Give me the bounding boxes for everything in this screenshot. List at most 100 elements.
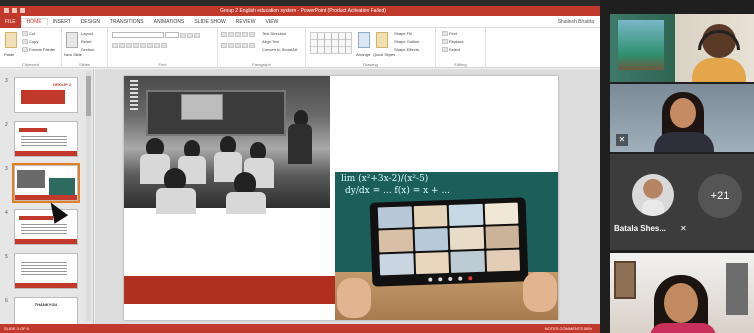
window-title: Group 2 English education system - Power… [220,8,386,14]
quick-styles-button[interactable]: Quick Styles [373,52,395,57]
slide-thumbnail-6[interactable]: 6 THANKYOU [5,297,78,324]
slide-thumbnail-5[interactable]: 5 [5,253,78,289]
convert-smartart-button[interactable]: Convert to SmartArt [262,47,297,52]
slide-thumbnail-2[interactable]: 2 [5,121,78,157]
numbering-icon[interactable] [228,32,234,38]
shapes-gallery[interactable] [310,32,352,54]
user-name[interactable]: Shailesh Bhattta [558,19,600,25]
current-slide[interactable]: lim (x²+3x-2)/(x²-5) dy/dx = ... f(x) = … [124,76,558,320]
new-slide-icon[interactable] [66,32,78,48]
text-direction-button[interactable]: Text Direction [262,31,286,36]
classroom-photo[interactable] [124,76,330,214]
mic-muted-icon: ✕ [616,134,628,146]
shape-outline-button[interactable]: Shape Outline [394,39,419,44]
slide-thumbnail-3[interactable]: 3 [5,163,80,203]
align-left-icon[interactable] [221,43,227,49]
slide-editor: lim (x²+3x-2)/(x²-5) dy/dx = ... f(x) = … [95,69,600,324]
scrollbar-thumb[interactable] [86,76,91,116]
align-right-icon[interactable] [235,43,241,49]
title-bar: Group 2 English education system - Power… [0,6,600,16]
find-button[interactable]: Find [442,31,457,37]
shape-fill-button[interactable]: Shape Fill [394,31,412,36]
redo-icon[interactable] [20,8,25,13]
waterfall-picture [618,20,664,70]
participant-video-3[interactable]: +21 Batala Shes... ✕ [610,154,754,250]
tab-slide-show[interactable]: SLIDE SHOW [189,19,230,25]
align-text-button[interactable]: Align Text [262,39,279,44]
tab-transitions[interactable]: TRANSITIONS [105,19,149,25]
tab-review[interactable]: REVIEW [231,19,261,25]
wall-map [181,94,223,120]
undo-icon[interactable] [12,8,17,13]
shadow-icon[interactable] [133,43,139,49]
tab-design[interactable]: DESIGN [76,19,105,25]
grow-font-icon[interactable] [180,32,187,38]
video-call-grid [377,202,521,276]
align-center-icon[interactable] [228,43,234,49]
quick-access-toolbar [4,8,25,13]
flag [130,80,138,110]
font-color-icon[interactable] [161,43,167,49]
more-participants-button[interactable]: +21 [698,174,742,218]
reset-button[interactable]: Reset [81,39,91,44]
slide-thumbnail-1[interactable]: 3 GROUP 2 [5,77,78,113]
line-spacing-icon[interactable] [249,32,255,38]
tab-home[interactable]: HOME [20,18,48,25]
participant-video-4[interactable] [610,253,754,333]
chalkboard-math: lim (x²+3x-2)/(x²-5) [341,174,429,184]
tablet [369,197,529,287]
participant-video-1[interactable] [610,14,754,82]
copy-button[interactable]: Copy [22,39,38,45]
layout-button[interactable]: Layout [81,31,93,36]
arrange-button[interactable]: Arrange [356,52,370,57]
font-size-select[interactable] [165,32,180,38]
paste-button[interactable]: Paste [4,52,14,57]
increase-indent-icon[interactable] [242,32,248,38]
format-painter-button[interactable]: Format Painter [22,47,55,53]
quick-styles-icon[interactable] [376,32,388,48]
replace-icon [442,39,448,45]
mic-off-icon: ✕ [680,224,687,233]
clear-format-icon[interactable] [194,32,201,38]
tab-insert[interactable]: INSERT [48,19,76,25]
font-label: Font [158,62,167,67]
slide-counter: SLIDE 3 OF 6 [4,326,29,331]
underline-icon[interactable] [126,43,132,49]
slide-thumbnails-pane: 3 GROUP 2 2 3 4 5 6 THANKYOU [0,69,94,324]
tab-file[interactable]: FILE [0,15,21,28]
left-hand [337,278,371,318]
font-family-select[interactable] [112,32,201,38]
select-button[interactable]: Select [442,47,460,53]
slide-thumbnail-4[interactable]: 4 [5,209,78,245]
arrange-icon[interactable] [358,32,370,48]
status-controls[interactable]: NOTES COMMENTS 58% [545,324,592,333]
columns-icon[interactable] [249,43,255,49]
thumbnails-scrollbar[interactable] [86,71,91,321]
cut-button[interactable]: Cut [22,31,35,37]
tab-animations[interactable]: ANIMATIONS [149,19,190,25]
justify-icon[interactable] [242,43,248,49]
bold-icon[interactable] [112,43,118,49]
paste-icon[interactable] [5,32,17,48]
copy-icon [22,39,28,45]
strikethrough-icon[interactable] [140,43,146,49]
participant-video-2[interactable]: ✕ [610,84,754,152]
spacing-icon[interactable] [147,43,153,49]
italic-icon[interactable] [119,43,125,49]
new-slide-button[interactable]: New Slide [64,52,82,57]
bullets-icon[interactable] [221,32,227,38]
drawing-label: Drawing [363,62,378,67]
online-class-photo[interactable]: lim (x²+3x-2)/(x²-5) dy/dx = ... f(x) = … [335,172,558,320]
tab-view[interactable]: VIEW [261,19,284,25]
decrease-indent-icon[interactable] [235,32,241,38]
case-icon[interactable] [154,43,160,49]
replace-button[interactable]: Replace [442,39,464,45]
shape-effects-button[interactable]: Shape Effects [394,47,419,52]
section-button[interactable]: Section [81,47,94,52]
save-icon[interactable] [4,8,9,13]
video-participants-panel: ✕ +21 Batala Shes... ✕ [600,0,754,333]
participant-face-4 [664,283,698,323]
editing-label: Editing [454,62,467,67]
wall-frame-2 [726,263,748,315]
shrink-font-icon[interactable] [187,32,194,38]
